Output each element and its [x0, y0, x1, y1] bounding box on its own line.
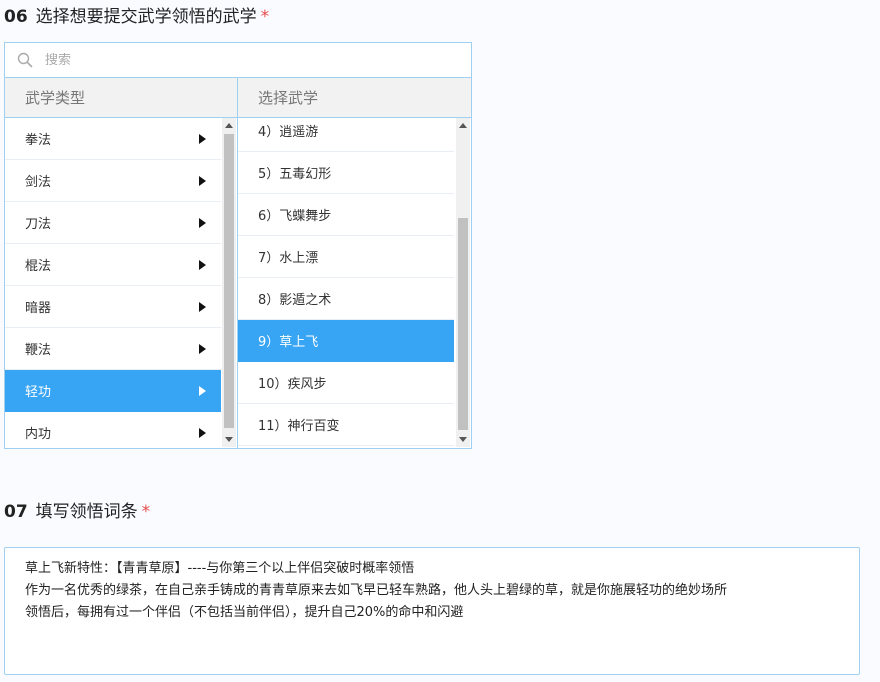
- category-label: 刀法: [25, 217, 52, 232]
- skill-label: 5）五毒幻形: [258, 167, 332, 182]
- category-item[interactable]: 剑法: [5, 160, 221, 202]
- skill-list: 4）逍遥游 5）五毒幻形 6）飞蝶舞步 7）水上漂 8）影遁之术 9）草上飞 10）疾风步 1…: [238, 118, 471, 447]
- skill-label: 11）神行百变: [258, 419, 340, 434]
- category-label: 暗器: [25, 301, 52, 316]
- skill-scrollbar[interactable]: [456, 118, 470, 447]
- category-list: 拳法剑法刀法棍法暗器鞭法轻功内功: [5, 118, 237, 447]
- skill-label: 9）草上飞: [258, 335, 319, 350]
- answer-line: 领悟后，每拥有过一个伴侣（不包括当前伴侣），提升自己20%的命中和闪避: [25, 605, 464, 620]
- question-06-title: 06 选择想要提交武学领悟的武学 *: [4, 2, 269, 27]
- scroll-down-icon[interactable]: [225, 437, 233, 442]
- category-label: 鞭法: [25, 343, 52, 358]
- skill-label: 4）逍遥游: [258, 125, 319, 140]
- scroll-down-icon[interactable]: [459, 437, 467, 442]
- category-label: 棍法: [25, 259, 52, 274]
- question-07-title: 07 填写领悟词条 *: [4, 497, 150, 522]
- required-mark: *: [260, 7, 270, 27]
- answer-line: 草上飞新特性：【青青草原】----与你第三个以上伴侣突破时概率领悟: [25, 561, 415, 576]
- scroll-up-icon[interactable]: [459, 123, 467, 128]
- skill-item[interactable]: 4）逍遥游: [238, 118, 454, 152]
- category-item[interactable]: 刀法: [5, 202, 221, 244]
- caret-right-icon: [199, 133, 206, 144]
- caret-right-icon: [199, 217, 206, 228]
- category-item[interactable]: 棍法: [5, 244, 221, 286]
- category-label: 内功: [25, 427, 52, 442]
- skill-column: 选择武学 4）逍遥游 5）五毒幻形 6）飞蝶舞步 7）水上漂 8）影遁之术 9）草上飞 10…: [238, 78, 471, 448]
- category-item[interactable]: 暗器: [5, 286, 221, 328]
- search-icon: [17, 52, 33, 68]
- category-column: 武学类型 拳法剑法刀法棍法暗器鞭法轻功内功: [5, 78, 238, 448]
- search-input[interactable]: [45, 52, 425, 68]
- skill-cascader: 武学类型 拳法剑法刀法棍法暗器鞭法轻功内功 选择武学 4）逍遥游 5）五毒幻形 6）…: [4, 42, 472, 449]
- caret-right-icon: [199, 385, 206, 396]
- skill-item[interactable]: 9）草上飞: [238, 320, 454, 362]
- answer-line: 作为一名优秀的绿茶，在自己亲手铸成的青青草原来去如飞早已轻车熟路，他人头上碧绿的…: [25, 583, 728, 598]
- skill-item[interactable]: 8）影遁之术: [238, 278, 454, 320]
- skill-label: 8）影遁之术: [258, 293, 332, 308]
- category-item[interactable]: 鞭法: [5, 328, 221, 370]
- caret-right-icon: [199, 343, 206, 354]
- skill-item[interactable]: 11）神行百变: [238, 404, 454, 446]
- category-label: 轻功: [25, 385, 52, 400]
- category-column-header: 武学类型: [5, 78, 237, 118]
- skill-label: 6）飞蝶舞步: [258, 209, 332, 224]
- search-bar: [5, 43, 471, 78]
- question-number: 06: [4, 7, 28, 27]
- category-item[interactable]: 轻功: [5, 370, 221, 412]
- skill-item[interactable]: 7）水上漂: [238, 236, 454, 278]
- scroll-up-icon[interactable]: [225, 123, 233, 128]
- category-scrollbar[interactable]: [222, 118, 236, 447]
- answer-textarea[interactable]: 草上飞新特性：【青青草原】----与你第三个以上伴侣突破时概率领悟 作为一名优秀…: [4, 547, 860, 675]
- scroll-thumb[interactable]: [224, 134, 234, 428]
- skill-item[interactable]: 5）五毒幻形: [238, 152, 454, 194]
- caret-right-icon: [199, 427, 206, 438]
- skill-item[interactable]: 6）飞蝶舞步: [238, 194, 454, 236]
- skill-column-header: 选择武学: [238, 78, 471, 118]
- category-item[interactable]: 内功: [5, 412, 221, 447]
- question-number: 07: [4, 502, 28, 522]
- required-mark: *: [141, 502, 151, 522]
- category-item[interactable]: 拳法: [5, 118, 221, 160]
- caret-right-icon: [199, 301, 206, 312]
- question-text: 填写领悟词条: [35, 502, 138, 522]
- category-label: 剑法: [25, 175, 52, 190]
- skill-label: 7）水上漂: [258, 251, 319, 266]
- caret-right-icon: [199, 259, 206, 270]
- caret-right-icon: [199, 175, 206, 186]
- question-text: 选择想要提交武学领悟的武学: [35, 7, 257, 27]
- scroll-thumb[interactable]: [458, 218, 468, 430]
- category-label: 拳法: [25, 133, 52, 148]
- skill-item[interactable]: 10）疾风步: [238, 362, 454, 404]
- skill-label: 10）疾风步: [258, 377, 327, 392]
